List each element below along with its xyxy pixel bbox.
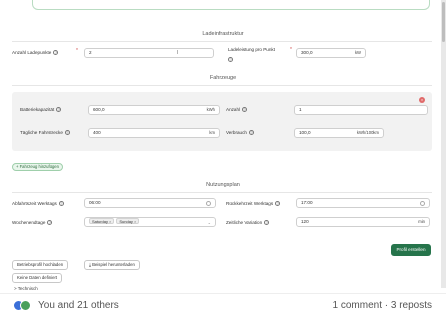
remove-vehicle-icon[interactable]: × — [419, 97, 425, 103]
required-marker: * — [290, 47, 292, 53]
previous-section-box — [32, 0, 430, 10]
info-icon[interactable]: ? — [275, 201, 281, 207]
info-icon[interactable]: ? — [264, 220, 270, 226]
taegliche-fahrstrecke-label: Tägliche Fahrstrecke? — [20, 130, 70, 136]
verbrauch-label: Verbrauch? — [226, 130, 254, 136]
section-title-nutzungsplan: Nutzungsplan — [206, 182, 240, 188]
rueckkehrzeit-input[interactable]: 17:00 — [296, 198, 430, 208]
comments-reposts-count[interactable]: 1 comment · 3 reposts — [333, 300, 432, 311]
clock-icon[interactable] — [206, 201, 211, 206]
info-icon[interactable]: ? — [47, 220, 53, 226]
ladeleistung-label: Ladeleistung pro Punkt — [228, 47, 275, 52]
abfahrtszeit-label: Abfahrtszeit Werktags? — [12, 201, 64, 207]
zeitliche-variation-label: Zeitliche Variation? — [226, 220, 270, 226]
divider — [12, 192, 432, 193]
taegliche-fahrstrecke-input[interactable]: 400 km — [88, 128, 220, 138]
info-icon[interactable]: ? — [248, 130, 254, 136]
scrollbar-thumb[interactable] — [442, 2, 445, 42]
batteriekapazitaet-label: Batteriekapazität? — [20, 107, 62, 113]
batteriekapazitaet-input[interactable]: 600,0 kWh — [88, 105, 220, 115]
verbrauch-input[interactable]: 100,0 kWh/100km — [294, 128, 384, 138]
celebrate-reaction-icon — [20, 300, 31, 311]
rueckkehrzeit-label: Rückkehrzeit Werktags? — [226, 201, 281, 207]
weekend-chip[interactable]: Sunday× — [116, 218, 140, 224]
add-vehicle-button[interactable]: + Fahrzeug hinzufügen — [12, 163, 63, 171]
wochenendtage-select[interactable]: Saturday× Sunday× ⌄ — [84, 217, 216, 227]
info-icon[interactable]: ? — [53, 50, 59, 56]
divider — [12, 41, 432, 42]
text-cursor-icon: I — [177, 50, 179, 56]
weekend-chip[interactable]: Saturday× — [89, 218, 115, 224]
clock-icon[interactable] — [420, 201, 425, 206]
anzahl-input[interactable]: 1 — [294, 105, 428, 115]
technisch-toggle[interactable]: > Technisch — [14, 286, 38, 291]
reactions-count[interactable]: You and 21 others — [38, 300, 119, 311]
abfahrtszeit-input[interactable]: 06:00 — [84, 198, 216, 208]
ladeleistung-input[interactable]: 300,0 kW — [296, 48, 366, 58]
anzahl-label: Anzahl? — [226, 107, 248, 113]
info-icon[interactable]: ? — [64, 130, 70, 136]
keine-daten-button[interactable]: Keine Daten definiert — [12, 273, 63, 283]
scrollbar[interactable] — [441, 0, 446, 288]
remove-chip-icon[interactable]: × — [134, 219, 136, 224]
required-marker: * — [76, 48, 78, 54]
info-icon[interactable]: ? — [56, 107, 62, 113]
divider — [12, 85, 432, 86]
remove-chip-icon[interactable]: × — [109, 219, 111, 224]
wochenendtage-label: Wochenendtage? — [12, 220, 53, 226]
chevron-down-icon[interactable]: ⌄ — [208, 219, 211, 227]
betriebsprofil-hochladen-button[interactable]: Betriebsprofil hochladen — [12, 260, 69, 270]
section-title-ladeinfrastruktur: Ladeinfrastruktur — [202, 31, 244, 37]
info-icon[interactable]: ? — [242, 107, 248, 113]
info-icon[interactable]: ? — [228, 57, 233, 62]
reaction-icons[interactable] — [13, 300, 33, 311]
profil-erstellen-button[interactable]: Profil erstellen — [391, 244, 431, 256]
anzahl-ladepunkte-input[interactable]: 2I — [84, 48, 214, 58]
info-icon[interactable]: ? — [58, 201, 64, 207]
anzahl-ladepunkte-label: Anzahl Ladepunkte? — [12, 50, 59, 56]
beispiel-herunterladen-button[interactable]: ⤓ Beispiel herunterladen — [84, 260, 140, 270]
vehicle-card — [12, 92, 432, 151]
section-title-fahrzeuge: Fahrzeuge — [209, 75, 237, 81]
zeitliche-variation-input[interactable]: 120 min — [296, 217, 430, 227]
social-bar: You and 21 others 1 comment · 3 reposts — [0, 293, 446, 315]
